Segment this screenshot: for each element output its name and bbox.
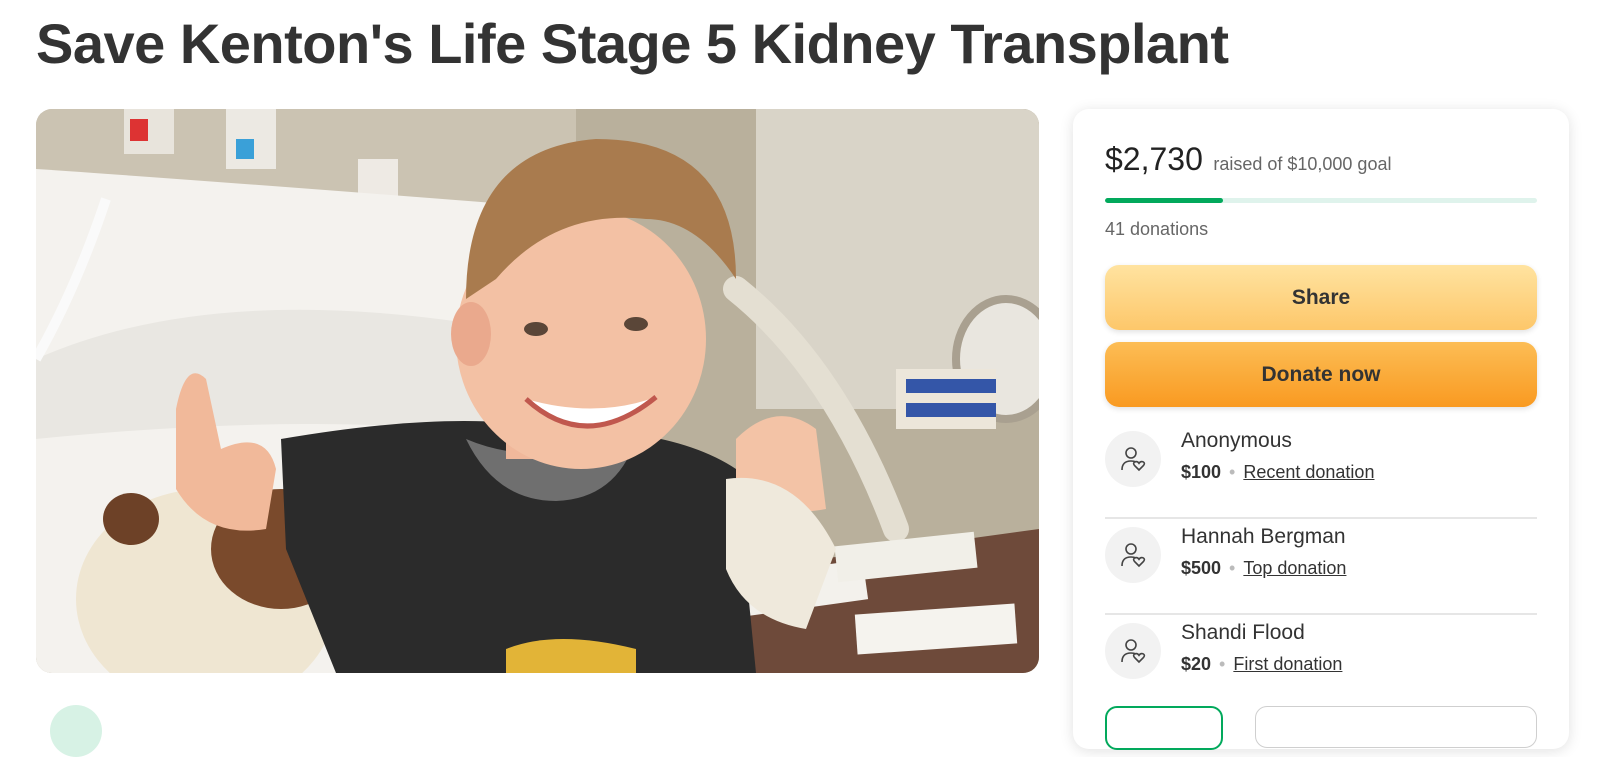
share-button[interactable]: Share [1105,265,1537,330]
raised-summary: $2,730 raised of $10,000 goal [1105,141,1391,178]
see-top-button[interactable] [1255,706,1537,748]
raised-amount: $2,730 [1105,141,1203,177]
donor-name: Hannah Bergman [1181,525,1346,548]
donor-meta: $20 • First donation [1181,654,1342,675]
donor-amount: $100 [1181,462,1222,482]
donor-item: Shandi Flood $20 • First donation [1105,613,1537,709]
first-donation-link[interactable]: First donation [1233,654,1342,674]
donor-meta: $100 • Recent donation [1181,462,1374,483]
donor-item: Hannah Bergman $500 • Top donation [1105,517,1537,615]
progress-bar-fill [1105,198,1223,203]
separator-dot: • [1219,654,1226,674]
donor-amount: $20 [1181,654,1212,674]
donor-heart-icon [1105,623,1161,679]
donor-name: Shandi Flood [1181,621,1305,644]
donation-card: $2,730 raised of $10,000 goal 41 donatio… [1073,109,1569,750]
donate-now-button[interactable]: Donate now [1105,342,1537,407]
organizer-avatar [50,705,102,757]
donation-count: 41 donations [1105,219,1209,239]
top-donation-link[interactable]: Top donation [1243,558,1346,578]
goal-text: raised of $10,000 goal [1213,154,1392,174]
separator-dot: • [1229,462,1236,482]
donor-amount: $500 [1181,558,1222,578]
see-all-button[interactable] [1105,706,1223,750]
separator-dot: • [1229,558,1236,578]
donor-heart-icon [1105,431,1161,487]
donor-meta: $500 • Top donation [1181,558,1346,579]
donor-heart-icon [1105,527,1161,583]
page-title: Save Kenton's Life Stage 5 Kidney Transp… [36,12,1229,75]
campaign-hero-image [36,109,1039,673]
progress-bar [1105,198,1537,203]
donor-name: Anonymous [1181,429,1292,452]
donor-item: Anonymous $100 • Recent donation [1105,421,1537,519]
recent-donation-link[interactable]: Recent donation [1243,462,1374,482]
